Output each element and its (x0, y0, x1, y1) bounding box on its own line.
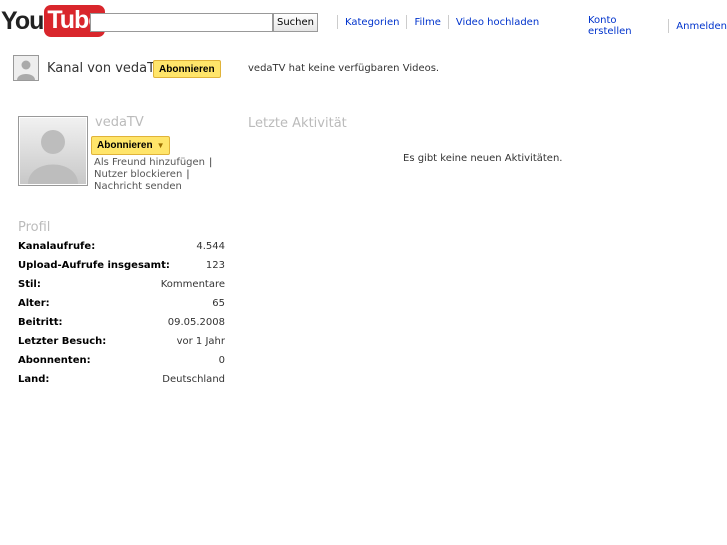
stat-value: Deutschland (162, 374, 225, 385)
stat-value: 65 (212, 298, 225, 309)
main-nav: Kategorien Filme Video hochladen (330, 15, 539, 29)
stat-label: Abonnenten: (18, 355, 91, 366)
nav-link-anmelden[interactable]: Anmelden (676, 21, 727, 32)
profile-avatar[interactable] (18, 116, 88, 186)
nav-divider (668, 19, 670, 33)
stat-row: Stil: Kommentare (18, 279, 225, 298)
stat-row: Kanalaufrufe: 4.544 (18, 241, 225, 260)
user-silhouette-icon (17, 60, 35, 80)
search-input[interactable] (90, 13, 273, 32)
profile-stats: Kanalaufrufe: 4.544 Upload-Aufrufe insges… (18, 241, 225, 393)
nav-link-filme[interactable]: Filme (414, 17, 440, 28)
subscribe-label: Abonnieren (97, 139, 153, 151)
stat-row: Letzter Besuch: vor 1 Jahr (18, 336, 225, 355)
nav-link-kategorien[interactable]: Kategorien (345, 17, 399, 28)
chevron-down-icon: ▼ (156, 140, 165, 150)
nav-divider (337, 15, 338, 29)
action-separator: | (186, 169, 190, 180)
account-nav: Konto erstellen Anmelden (588, 15, 727, 37)
stat-label: Land: (18, 374, 50, 385)
stat-label: Beitritt: (18, 317, 63, 328)
stat-value: 09.05.2008 (167, 317, 225, 328)
action-separator: | (209, 157, 213, 168)
channel-title: Kanal von vedaTV (47, 61, 164, 76)
nav-divider (447, 15, 449, 29)
profile-actions: Als Freund hinzufügen | Nutzer blockieren… (94, 157, 212, 193)
stat-row: Abonnenten: 0 (18, 355, 225, 374)
profile-username: vedaTV (95, 115, 144, 130)
nav-divider (406, 15, 408, 29)
logo-you-text: You (1, 6, 44, 35)
stat-value: Kommentare (160, 279, 225, 290)
add-friend-link[interactable]: Als Freund hinzufügen (94, 157, 205, 168)
stat-label: Stil: (18, 279, 41, 290)
nav-link-video-hochladen[interactable]: Video hochladen (456, 17, 539, 28)
stat-value: 0 (218, 355, 225, 366)
stat-row: Land: Deutschland (18, 374, 225, 393)
stat-label: Upload-Aufrufe insgesamt: (18, 260, 170, 271)
stat-row: Upload-Aufrufe insgesamt: 123 (18, 260, 225, 279)
nav-link-konto-erstellen[interactable]: Konto erstellen (588, 15, 661, 37)
block-user-link[interactable]: Nutzer blockieren (94, 169, 182, 180)
subscribe-button-profile[interactable]: Abonnieren ▼ (91, 136, 171, 155)
stat-value: 123 (205, 260, 225, 271)
subscribe-button-header[interactable]: Abonnieren (153, 60, 221, 78)
stat-value: 4.544 (196, 241, 225, 252)
stat-row: Beitritt: 09.05.2008 (18, 317, 225, 336)
stat-label: Kanalaufrufe: (18, 241, 96, 252)
no-videos-message: vedaTV hat keine verfügbaren Videos. (248, 63, 440, 74)
profile-section-title: Profil (18, 220, 51, 235)
stat-label: Alter: (18, 298, 50, 309)
stat-row: Alter: 65 (18, 298, 225, 317)
channel-avatar[interactable] (13, 55, 39, 81)
stat-value: vor 1 Jahr (176, 336, 225, 347)
send-message-link[interactable]: Nachricht senden (94, 181, 182, 192)
user-silhouette-icon (28, 130, 78, 184)
stat-label: Letzter Besuch: (18, 336, 107, 347)
activity-section-title: Letzte Aktivität (248, 116, 347, 131)
no-activity-message: Es gibt keine neuen Aktivitäten. (403, 153, 563, 164)
search-button[interactable]: Suchen (273, 13, 318, 32)
